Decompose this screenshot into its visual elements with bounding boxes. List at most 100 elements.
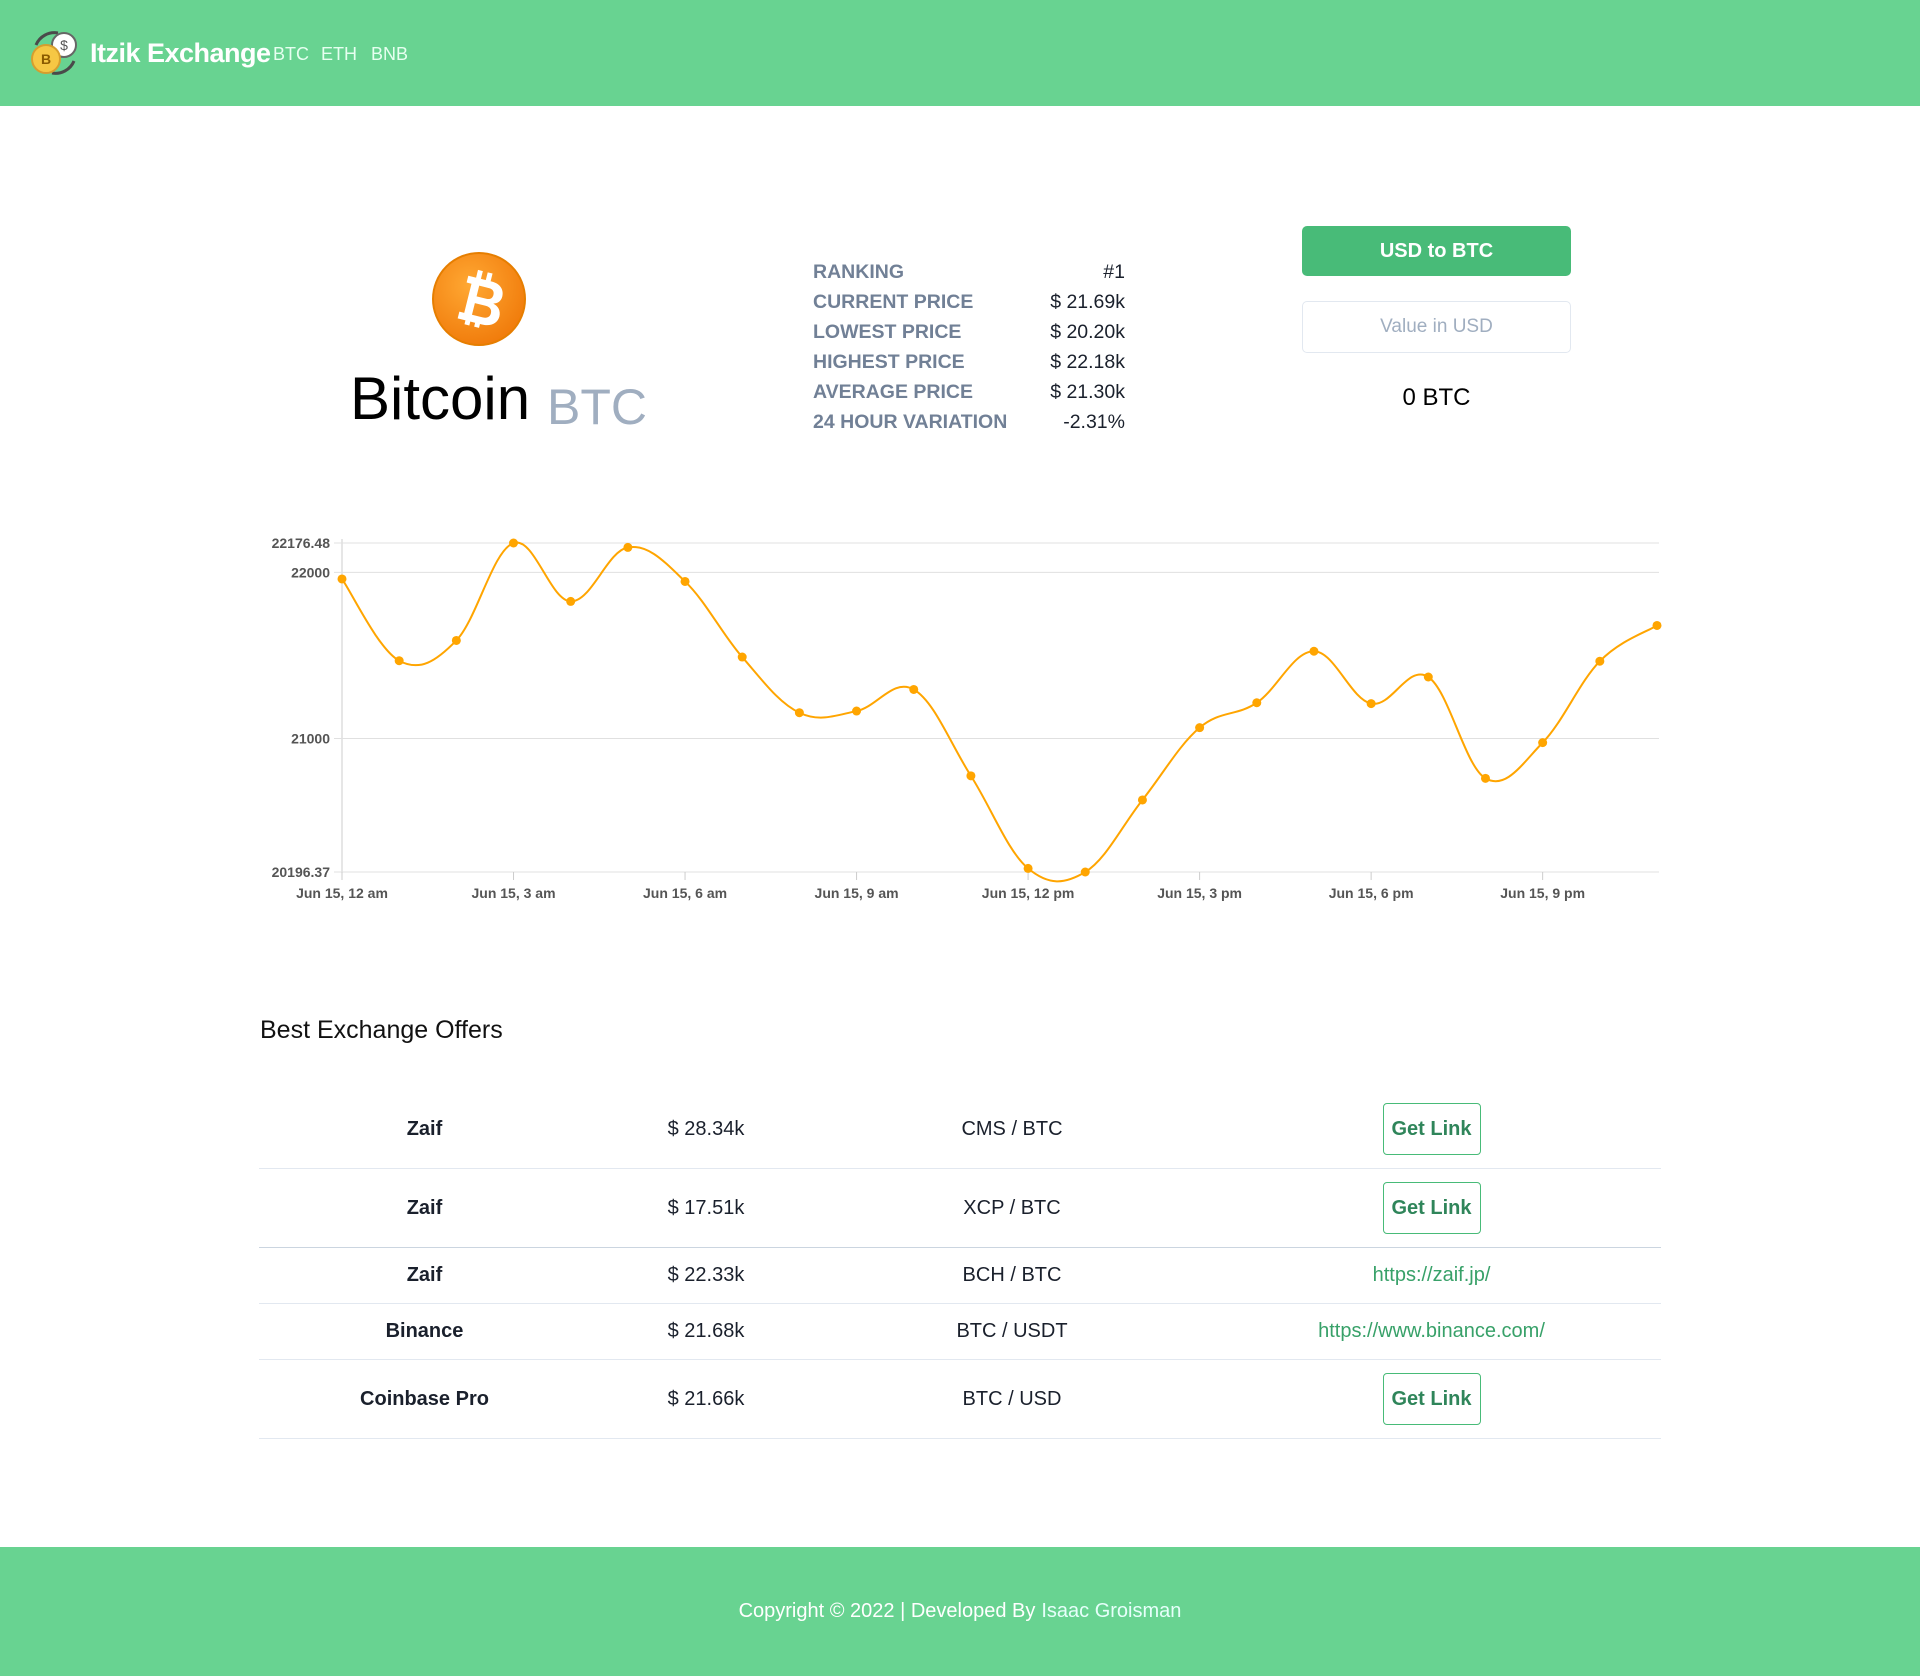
stat-label: HIGHEST PRICE [813, 351, 965, 373]
price-point [680, 576, 690, 586]
stat-value: -2.31% [1063, 411, 1125, 433]
exchange-name: Binance [385, 1320, 464, 1342]
price-point [794, 708, 804, 718]
price-point [394, 656, 404, 666]
stat-label: LOWEST PRICE [813, 321, 962, 343]
stat-label: 24 HOUR VARIATION [813, 411, 1008, 433]
nav-link-eth[interactable]: ETH [321, 44, 357, 65]
x-tick-label: Jun 15, 3 am [471, 885, 555, 901]
y-tick-label: 22000 [291, 564, 330, 580]
x-tick-label: Jun 15, 6 am [643, 885, 727, 901]
stat-value: #1 [1103, 261, 1125, 283]
exchange-name: Zaif [406, 1117, 443, 1140]
exchange-logo-icon[interactable]: $ B [28, 27, 82, 79]
btc-result: 0 BTC [1402, 384, 1471, 411]
exchange-name: Coinbase Pro [360, 1387, 489, 1410]
price-point [1423, 672, 1433, 682]
offer-pair: BTC / USD [962, 1387, 1062, 1410]
usd-to-btc-button[interactable]: USD to BTC [1302, 226, 1571, 276]
stat-row-lowest-price: LOWEST PRICE $ 20.20k [813, 317, 1125, 347]
price-line [341, 541, 1658, 883]
y-tick-label: 22176.48 [272, 535, 331, 551]
offer-link-cell: Get Link [1202, 1169, 1661, 1247]
stat-value: $ 22.18k [1050, 351, 1125, 373]
chart-x-axis: Jun 15, 12 am Jun 15, 3 am Jun 15, 6 am Jun… [296, 885, 1585, 901]
price-point [1252, 698, 1262, 708]
stat-label: AVERAGE PRICE [813, 381, 973, 403]
x-tick-label: Jun 15, 12 am [296, 885, 388, 901]
table-row: Zaif $ 22.33k BCH / BTC https://zaif.jp/ [259, 1248, 1661, 1304]
price-point [737, 652, 747, 662]
coin-name: Bitcoin [350, 365, 531, 432]
svg-text:B: B [41, 51, 51, 67]
coin-stats: RANKING #1 CURRENT PRICE $ 21.69k LOWEST… [813, 257, 1125, 437]
brand-name[interactable]: Itzik Exchange [90, 38, 271, 69]
price-point [1366, 699, 1376, 709]
chart-grid [334, 539, 1659, 880]
offer-price: $ 17.51k [667, 1196, 745, 1219]
price-point [1023, 863, 1033, 873]
offer-price: $ 21.66k [667, 1387, 745, 1410]
x-tick-label: Jun 15, 9 am [815, 885, 899, 901]
x-tick-label: Jun 15, 9 pm [1500, 885, 1585, 901]
price-point [1538, 738, 1548, 748]
stat-row-24h-variation: 24 HOUR VARIATION -2.31% [813, 407, 1125, 437]
get-link-button[interactable]: Get Link [1382, 1182, 1481, 1234]
offer-link-cell: https://www.binance.com/ [1202, 1304, 1661, 1359]
nav-link-btc[interactable]: BTC [273, 44, 309, 65]
price-point [623, 542, 633, 552]
exchange-url-link[interactable]: https://zaif.jp/ [1373, 1264, 1491, 1287]
offers-title: Best Exchange Offers [260, 1016, 503, 1044]
footer-author-link[interactable]: Isaac Groisman [1041, 1600, 1181, 1623]
offer-price: $ 22.33k [667, 1264, 745, 1286]
offer-link-cell: Get Link [1202, 1360, 1661, 1438]
table-row: Binance $ 21.68k BTC / USDT https://www.… [259, 1304, 1661, 1360]
offer-pair: XCP / BTC [963, 1196, 1061, 1219]
price-point [337, 574, 347, 584]
price-point [451, 635, 461, 645]
price-point [1137, 795, 1147, 805]
usd-value-input[interactable] [1302, 301, 1571, 353]
price-point [1195, 723, 1205, 733]
navbar: $ B Itzik Exchange BTC ETH BNB [0, 0, 1920, 106]
x-tick-label: Jun 15, 6 pm [1329, 885, 1414, 901]
price-point [1595, 656, 1605, 666]
offer-link-cell: Get Link [1202, 1090, 1661, 1168]
stat-row-current-price: CURRENT PRICE $ 21.69k [813, 287, 1125, 317]
stat-value: $ 21.30k [1050, 381, 1125, 403]
offers-table: Zaif $ 28.34k CMS / BTC Get Link Zaif $ … [259, 1090, 1661, 1439]
price-point [909, 684, 919, 694]
stat-value: $ 21.69k [1050, 291, 1125, 313]
price-point [966, 771, 976, 781]
coin-symbol: BTC [547, 379, 647, 435]
table-row: Zaif $ 17.51k XCP / BTC Get Link [259, 1169, 1661, 1248]
stat-row-ranking: RANKING #1 [813, 257, 1125, 287]
offer-link-cell: https://zaif.jp/ [1202, 1248, 1661, 1303]
table-row: Zaif $ 28.34k CMS / BTC Get Link [259, 1090, 1661, 1169]
exchange-name: Zaif [406, 1264, 443, 1286]
footer: Copyright © 2022 | Developed By Isaac Gr… [0, 1547, 1920, 1676]
svg-text:$: $ [60, 37, 68, 53]
exchange-name: Zaif [406, 1196, 443, 1219]
x-tick-label: Jun 15, 12 pm [982, 885, 1075, 901]
stat-label: RANKING [813, 261, 904, 283]
price-point [1080, 867, 1090, 877]
stat-row-highest-price: HIGHEST PRICE $ 22.18k [813, 347, 1125, 377]
bitcoin-icon [432, 252, 526, 346]
table-row: Coinbase Pro $ 21.66k BTC / USD Get Link [259, 1360, 1661, 1439]
nav-link-bnb[interactable]: BNB [371, 44, 408, 65]
offer-pair: BTC / USDT [956, 1320, 1068, 1342]
price-point [1480, 773, 1490, 783]
exchange-url-link[interactable]: https://www.binance.com/ [1318, 1320, 1545, 1343]
x-tick-label: Jun 15, 3 pm [1157, 885, 1242, 901]
price-point [509, 538, 519, 548]
get-link-button[interactable]: Get Link [1382, 1103, 1481, 1155]
price-point [852, 706, 862, 716]
offer-pair: BCH / BTC [962, 1264, 1062, 1286]
get-link-button[interactable]: Get Link [1382, 1373, 1481, 1425]
chart-y-axis: 22176.48 22000 21000 20196.37 [272, 535, 331, 880]
stat-value: $ 20.20k [1050, 321, 1125, 343]
y-tick-label: 20196.37 [272, 864, 331, 880]
stat-row-average-price: AVERAGE PRICE $ 21.30k [813, 377, 1125, 407]
offer-price: $ 28.34k [667, 1117, 745, 1140]
